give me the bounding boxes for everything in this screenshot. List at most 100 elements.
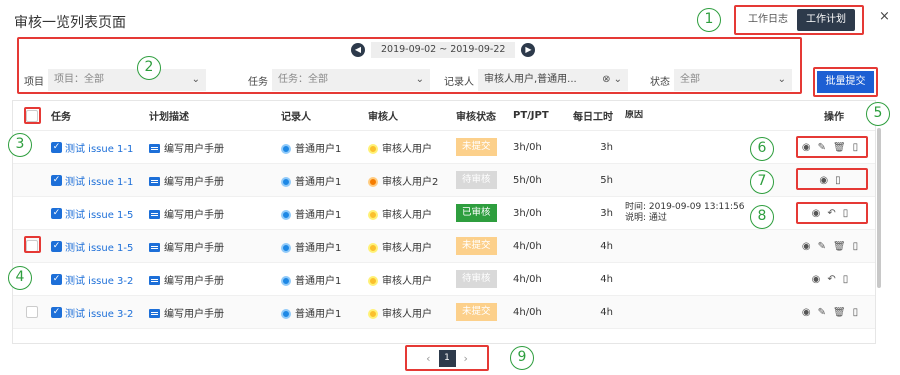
- task-link[interactable]: 测试 issue 1-5: [65, 210, 133, 221]
- plan-desc: 编写用户手册: [164, 275, 224, 287]
- tab-work-plan[interactable]: 工作计划: [797, 9, 855, 31]
- task-link[interactable]: 测试 issue 1-1: [65, 144, 133, 155]
- header-reason: 原因: [625, 110, 644, 120]
- table-row[interactable]: ✓ 测试 issue 3-2 编写用户手册 普通用户1 审核人用户 待审核 4h/…: [13, 263, 875, 296]
- avatar: [281, 308, 291, 319]
- recorder-name: 普通用户1: [295, 209, 342, 221]
- undo-icon[interactable]: ↶: [827, 274, 835, 285]
- pagination: ‹ 1 ›: [405, 345, 489, 371]
- recorder-name: 普通用户1: [295, 176, 342, 188]
- close-icon[interactable]: ×: [879, 9, 890, 24]
- prev-period-icon[interactable]: ◀: [351, 43, 365, 57]
- document-icon: [149, 177, 160, 186]
- recorder-name: 普通用户1: [295, 275, 342, 287]
- table-row[interactable]: ✓ 测试 issue 1-1 编写用户手册 普通用户1 审核人用户2 待审核 5h…: [13, 164, 875, 197]
- view-icon[interactable]: ◉: [802, 241, 811, 252]
- document-icon: [149, 144, 160, 153]
- next-page-icon[interactable]: ›: [464, 352, 468, 365]
- avatar: [368, 242, 378, 253]
- reviewer-name: 审核人用户: [382, 308, 432, 320]
- delete-icon[interactable]: 🗑: [833, 241, 846, 252]
- callout-3: 3: [8, 133, 32, 157]
- ptjpt-value: 4h/0h: [513, 306, 542, 318]
- edit-icon[interactable]: ✎: [818, 307, 826, 318]
- tab-work-log[interactable]: 工作日志: [739, 9, 797, 31]
- ptjpt-value: 5h/0h: [513, 174, 542, 186]
- header-status: 审核状态: [456, 112, 496, 123]
- task-link[interactable]: 测试 issue 1-1: [65, 177, 133, 188]
- daily-hours-value: 5h: [600, 174, 613, 186]
- recorder-name: 普通用户1: [295, 242, 342, 254]
- plan-desc: 编写用户手册: [164, 308, 224, 320]
- task-check-icon: ✓: [51, 306, 62, 318]
- recorder-select-value: 审核人用户,普通用...: [484, 74, 577, 85]
- view-icon[interactable]: ◉: [802, 307, 811, 318]
- avatar: [281, 275, 291, 286]
- table-row[interactable]: ✓ 测试 issue 1-1 编写用户手册 普通用户1 审核人用户 未提交 3h/…: [13, 131, 875, 164]
- recorder-select[interactable]: 审核人用户,普通用... ⊗ ⌄: [478, 69, 628, 91]
- reason-note: 说明: 通过: [625, 213, 667, 223]
- daily-hours-value: 3h: [600, 207, 613, 219]
- file-icon[interactable]: ▯: [843, 274, 849, 285]
- page-number-current[interactable]: 1: [438, 349, 456, 367]
- reviewer-name: 审核人用户2: [382, 176, 439, 188]
- table-scrollbar[interactable]: [877, 128, 881, 288]
- project-select[interactable]: 项目：全部 ⌄: [48, 69, 206, 91]
- view-icon[interactable]: ◉: [812, 274, 821, 285]
- chevron-down-icon: ⌄: [777, 74, 786, 85]
- avatar: [368, 143, 378, 154]
- table-row[interactable]: ✓ 测试 issue 3-2 编写用户手册 普通用户1 审核人用户 未提交 4h/…: [13, 296, 875, 329]
- task-link[interactable]: 测试 issue 1-5: [65, 243, 133, 254]
- task-link[interactable]: 测试 issue 3-2: [65, 309, 133, 320]
- task-select[interactable]: 任务：全部 ⌄: [272, 69, 430, 91]
- document-icon: [149, 309, 160, 318]
- task-link[interactable]: 测试 issue 3-2: [65, 276, 133, 287]
- task-check-icon: ✓: [51, 174, 62, 186]
- next-period-icon[interactable]: ▶: [521, 43, 536, 57]
- batch-submit-button[interactable]: 批量提交: [817, 71, 874, 93]
- view-toggle: 工作日志 工作计划: [734, 5, 864, 35]
- select-all-highlight: [24, 107, 41, 124]
- daily-hours-value: 4h: [600, 240, 613, 252]
- chevron-down-icon: ⌄: [415, 74, 424, 85]
- callout-1: 1: [697, 8, 721, 32]
- reviewer-name: 审核人用户: [382, 275, 432, 287]
- row-checkbox-highlight: [24, 236, 41, 253]
- project-select-value: 项目：全部: [54, 74, 104, 85]
- header-recorder: 记录人: [281, 112, 311, 123]
- header-task: 任务: [51, 112, 71, 123]
- avatar: [281, 143, 291, 154]
- avatar: [281, 242, 291, 253]
- callout-2: 2: [137, 56, 161, 80]
- avatar: [368, 275, 378, 286]
- date-range-text[interactable]: 2019-09-02 ~ 2019-09-22: [371, 42, 516, 58]
- row-checkbox[interactable]: [26, 306, 38, 318]
- status-select[interactable]: 全部 ⌄: [674, 69, 792, 91]
- reason-time: 时间: 2019-09-09 13:11:56: [625, 202, 745, 212]
- delete-icon[interactable]: 🗑: [833, 307, 846, 318]
- header-ops: 操作: [824, 112, 844, 123]
- edit-icon[interactable]: ✎: [818, 241, 826, 252]
- table-header: 任务 计划描述 记录人 审核人 审核状态 PT/JPT 每日工时 原因 操作: [13, 101, 875, 131]
- status-select-value: 全部: [680, 74, 700, 85]
- file-icon[interactable]: ▯: [853, 241, 859, 252]
- plan-desc: 编写用户手册: [164, 176, 224, 188]
- file-icon[interactable]: ▯: [853, 307, 859, 318]
- clear-chevron-icon: ⊗ ⌄: [602, 74, 622, 85]
- page-title: 审核一览列表页面: [14, 15, 126, 31]
- task-check-icon: ✓: [51, 240, 62, 252]
- avatar: [281, 209, 291, 220]
- recorder-name: 普通用户1: [295, 143, 342, 155]
- prev-page-icon[interactable]: ‹: [426, 352, 430, 365]
- ptjpt-value: 3h/0h: [513, 207, 542, 219]
- status-badge: 已审核: [456, 204, 497, 222]
- ptjpt-value: 3h/0h: [513, 141, 542, 153]
- table-row[interactable]: ✓ 测试 issue 1-5 编写用户手册 普通用户1 审核人用户 未提交 4h/…: [13, 230, 875, 263]
- status-badge: 未提交: [456, 303, 497, 321]
- row-actions: ◉ ✎ 🗑 ▯: [802, 307, 858, 318]
- document-icon: [149, 210, 160, 219]
- table-row[interactable]: ✓ 测试 issue 1-5 编写用户手册 普通用户1 审核人用户 已审核 3h/…: [13, 197, 875, 230]
- status-badge: 待审核: [456, 270, 497, 288]
- chevron-down-icon: ⌄: [191, 74, 200, 85]
- reviewer-name: 审核人用户: [382, 242, 432, 254]
